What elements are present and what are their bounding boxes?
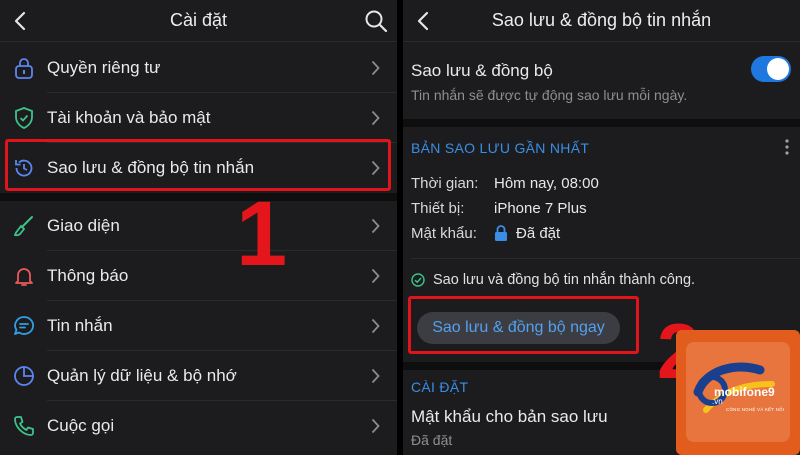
time-value: Hôm nay, 08:00 [494,175,599,192]
latest-backup-heading: BẢN SAO LƯU GẦN NHẤT [411,140,590,156]
lock-icon [15,58,33,79]
chevron-right-icon [371,110,380,126]
mobifone9-watermark-logo: mobifone9 .vn CÔNG NGHỆ VÀ KẾT NỐI [676,330,800,455]
divider [411,258,800,259]
backup-header: Sao lưu & đồng bộ tin nhắn [403,0,800,42]
settings-panel: Cài đặt Quyền riêng tư Tài khoản và bảo … [0,0,397,455]
chevron-right-icon [371,218,380,234]
page-title: Cài đặt [169,10,228,30]
settings-heading: CÀI ĐẶT [411,379,469,395]
settings-item-appearance[interactable]: Giao diện [0,201,397,251]
chat-bubble-icon [14,316,34,335]
logo-tagline: CÔNG NGHỆ VÀ KẾT NỐI [726,407,785,412]
settings-item-label: Giao diện [47,216,120,235]
sync-setting: Sao lưu & đồng bộ Tin nhắn sẽ được tự độ… [403,43,800,119]
settings-item-calls[interactable]: Cuộc gọi [0,401,397,451]
section-gap [0,193,397,201]
logo-brand: mobifone9 [714,385,775,399]
chevron-right-icon [371,60,380,76]
settings-item-data-storage[interactable]: Quản lý dữ liệu & bộ nhớ [0,351,397,401]
section-gap [403,119,800,127]
settings-item-account-security[interactable]: Tài khoản và bảo mật [0,93,397,143]
settings-item-label: Thông báo [47,266,129,285]
sync-toggle[interactable] [751,56,791,82]
device-label: Thiết bị: [411,200,465,217]
sync-label: Sao lưu & đồng bộ [411,61,553,80]
lock-icon [495,225,507,241]
logo-brand-name: mobifone9 [714,385,775,399]
shield-check-icon [15,107,33,129]
paintbrush-icon [13,216,33,237]
search-icon[interactable] [363,8,389,34]
settings-header: Cài đặt [0,0,397,42]
sync-description: Tin nhắn sẽ được tự động sao lưu mỗi ngà… [411,87,688,103]
password-value: Đã đặt [516,225,561,242]
settings-item-messages[interactable]: Tin nhắn [0,301,397,351]
highlight-box [408,296,639,354]
time-label: Thời gian: [411,175,479,192]
phone-icon [14,416,34,436]
step-marker-1: 1 [236,183,288,285]
password-label: Mật khẩu: [411,225,477,242]
check-circle-icon [411,273,425,287]
chevron-right-icon [371,418,380,434]
more-options-icon[interactable] [784,138,790,156]
logo-domain: .vn [712,397,723,406]
settings-item-label: Quản lý dữ liệu & bộ nhớ [47,366,237,385]
settings-item-label: Tin nhắn [47,316,113,335]
settings-item-label: Quyền riêng tư [47,58,161,77]
settings-item-privacy[interactable]: Quyền riêng tư [0,43,397,93]
chevron-right-icon [371,268,380,284]
toggle-knob [767,58,789,80]
page-title: Sao lưu & đồng bộ tin nhắn [491,10,712,30]
settings-item-notifications[interactable]: Thông báo [0,251,397,301]
highlight-box [5,139,391,191]
backup-status: Sao lưu và đồng bộ tin nhắn thành công. [433,272,696,288]
settings-item-label: Cuộc gọi [47,416,115,435]
bell-icon [15,268,33,286]
device-value: iPhone 7 Plus [494,200,587,217]
settings-item-label: Tài khoản và bảo mật [47,108,211,127]
backup-password-value: Đã đặt [411,432,453,448]
pie-chart-icon [14,366,34,386]
chevron-right-icon [371,368,380,384]
backup-password-label[interactable]: Mật khẩu cho bản sao lưu [411,407,608,427]
chevron-right-icon [371,318,380,334]
